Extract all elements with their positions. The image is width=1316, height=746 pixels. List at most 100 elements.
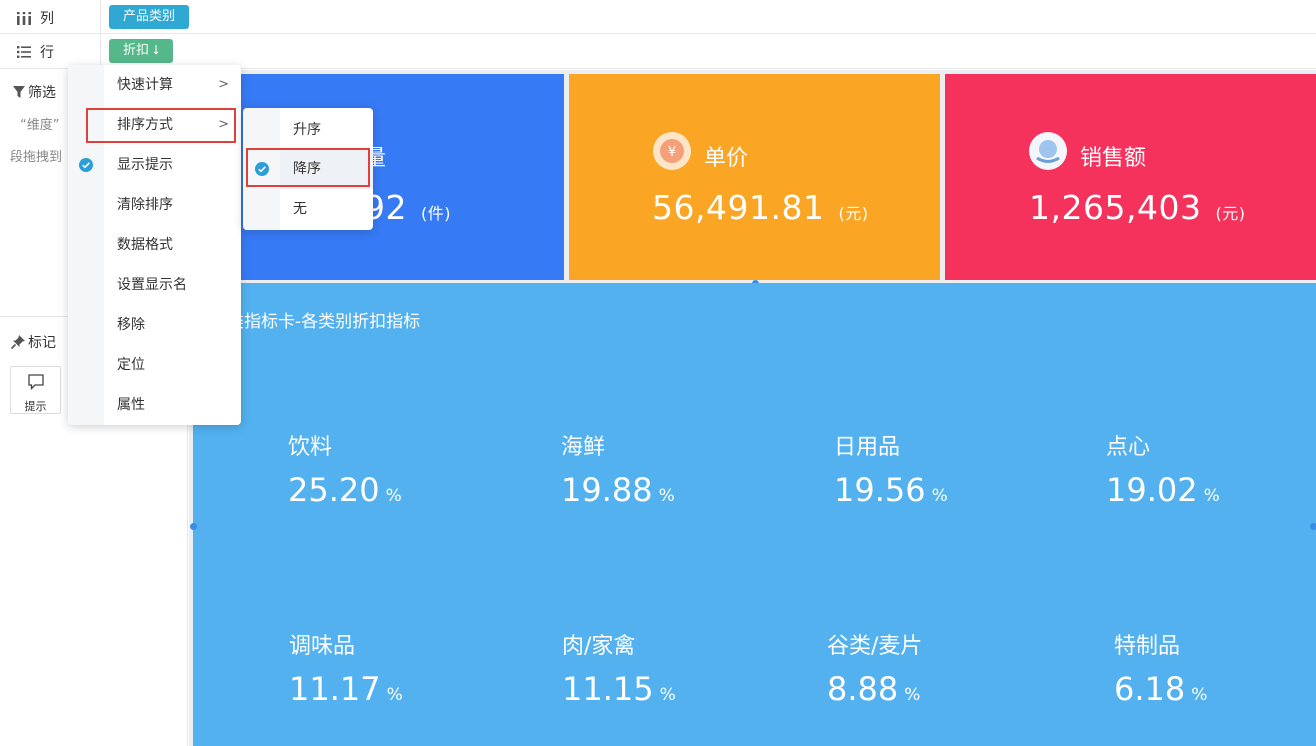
- metric-percent: %: [904, 685, 921, 705]
- sales-value: 1,265,403: [1029, 188, 1202, 227]
- category-discount-card[interactable]: 类指标卡-各类别折扣指标 饮料 25.20% 海鲜 19.88% 日用品 19.…: [193, 283, 1316, 746]
- metric-value: 11.17: [289, 670, 381, 708]
- quantity-card-value-row: 92 (件): [364, 188, 451, 227]
- metric-name: 肉/家禽: [562, 634, 636, 659]
- price-value: 56,491.81: [652, 188, 825, 227]
- menu-item-label: 属性: [117, 397, 145, 413]
- columns-shelf-label: 列: [16, 8, 54, 28]
- sales-card-title: 销售额: [1080, 146, 1147, 171]
- menu-item-locate[interactable]: 定位: [104, 345, 241, 385]
- metric-item: 肉/家禽 11.15%: [562, 628, 676, 708]
- metric-percent: %: [659, 685, 676, 705]
- metric-name: 特制品: [1114, 634, 1181, 659]
- rows-shelf: 行 折扣 ⭣: [0, 34, 1316, 69]
- metric-name: 日用品: [834, 435, 901, 460]
- menu-item-label: 设置显示名: [117, 277, 187, 293]
- comment-icon: [28, 374, 44, 391]
- price-card[interactable]: ¥ 单价 56,491.81 (元): [569, 74, 940, 280]
- filter-drop-hint: 段拖拽到: [10, 150, 63, 165]
- metric-percent: %: [385, 486, 402, 506]
- descending-highlight: [246, 148, 370, 187]
- resize-handle[interactable]: [190, 523, 197, 530]
- tooltip-mark-button[interactable]: 提示: [10, 366, 61, 414]
- filter-section-title: 筛选: [12, 82, 56, 102]
- metric-item: 点心 19.02%: [1106, 429, 1220, 509]
- metric-name: 谷类/麦片: [827, 634, 923, 659]
- sort-by-highlight: [86, 108, 236, 143]
- metric-value: 25.20: [288, 471, 380, 509]
- mark-title-text: 标记: [28, 335, 56, 351]
- price-card-title: 单价: [704, 146, 749, 171]
- metric-percent: %: [1203, 486, 1220, 506]
- metric-percent: %: [1191, 685, 1208, 705]
- columns-shelf: 列 产品类别: [0, 0, 1316, 34]
- metric-value: 8.88: [827, 670, 899, 708]
- menu-item-data-format[interactable]: 数据格式: [104, 225, 241, 265]
- category-discount-card-title: 类指标卡-各类别折扣指标: [227, 312, 421, 332]
- metric-item: 谷类/麦片 8.88%: [827, 628, 922, 708]
- metric-item: 饮料 25.20%: [288, 429, 402, 509]
- tooltip-mark-label: 提示: [24, 400, 47, 413]
- sales-icon: [1029, 132, 1067, 170]
- filter-title-text: 筛选: [28, 85, 56, 101]
- metric-value: 19.02: [1106, 471, 1198, 509]
- metric-value: 19.56: [834, 471, 926, 509]
- metric-value-row: 6.18%: [1114, 670, 1207, 708]
- metric-percent: %: [386, 685, 403, 705]
- price-card-value-row: 56,491.81 (元): [652, 188, 868, 227]
- filter-hint: “维度”: [20, 118, 60, 133]
- menu-item-show-tooltip[interactable]: 显示提示: [104, 145, 241, 185]
- category-pill[interactable]: 产品类别: [109, 5, 190, 29]
- menu-item-label: 显示提示: [117, 157, 173, 173]
- rows-label: 行: [40, 45, 54, 61]
- metric-value: 11.15: [562, 670, 654, 708]
- columns-label: 列: [40, 11, 54, 27]
- menu-item-label: 快速计算: [117, 77, 173, 93]
- price-icon-glyph: ¥: [668, 145, 676, 160]
- shelf-divider: [100, 34, 101, 68]
- menu-item-properties[interactable]: 属性: [104, 385, 241, 425]
- menu-item-ascending[interactable]: 升序: [280, 110, 373, 150]
- filter-icon: [13, 86, 25, 98]
- menu-item-remove[interactable]: 移除: [104, 305, 241, 345]
- price-icon: ¥: [653, 132, 691, 170]
- metric-percent: %: [658, 486, 675, 506]
- metric-value: 19.88: [561, 471, 653, 509]
- check-circle-icon: [79, 158, 93, 172]
- mark-section-title: 标记: [10, 332, 56, 352]
- metric-value-row: 11.15%: [562, 670, 676, 708]
- metric-item: 海鲜 19.88%: [561, 429, 675, 509]
- sales-card[interactable]: 销售额 1,265,403 (元): [945, 74, 1316, 280]
- metric-percent: %: [931, 486, 948, 506]
- sales-unit: (元): [1215, 204, 1246, 223]
- menu-item-clear-sort[interactable]: 清除排序: [104, 185, 241, 225]
- metric-value-row: 19.56%: [834, 471, 948, 509]
- menu-item-label: 移除: [117, 317, 145, 333]
- metric-value-row: 8.88%: [827, 670, 922, 708]
- menu-item-label: 定位: [117, 357, 145, 373]
- columns-icon: [17, 12, 31, 25]
- metric-item: 调味品 11.17%: [289, 628, 403, 708]
- menu-item-label: 无: [293, 201, 307, 217]
- price-unit: (元): [838, 204, 869, 223]
- menu-item-none[interactable]: 无: [280, 189, 373, 229]
- metric-value: 6.18: [1114, 670, 1186, 708]
- metric-name: 点心: [1106, 435, 1151, 460]
- sales-card-value-row: 1,265,403 (元): [1029, 188, 1245, 227]
- discount-pill[interactable]: 折扣 ⭣: [109, 39, 174, 63]
- metric-item: 日用品 19.56%: [834, 429, 948, 509]
- metric-item: 特制品 6.18%: [1114, 628, 1207, 708]
- shelf-divider: [100, 0, 101, 33]
- resize-handle[interactable]: [1310, 523, 1316, 530]
- menu-item-display-name[interactable]: 设置显示名: [104, 265, 241, 305]
- metric-name: 调味品: [289, 634, 356, 659]
- menu-item-quick-calc[interactable]: 快速计算 >: [104, 65, 241, 105]
- metric-value-row: 25.20%: [288, 471, 402, 509]
- rows-shelf-label: 行: [16, 42, 54, 62]
- metric-name: 饮料: [288, 435, 333, 460]
- metric-value-row: 19.88%: [561, 471, 675, 509]
- metric-name: 海鲜: [561, 435, 606, 460]
- rows-icon: [17, 46, 31, 58]
- menu-item-label: 升序: [293, 122, 321, 138]
- menu-item-label: 清除排序: [117, 197, 173, 213]
